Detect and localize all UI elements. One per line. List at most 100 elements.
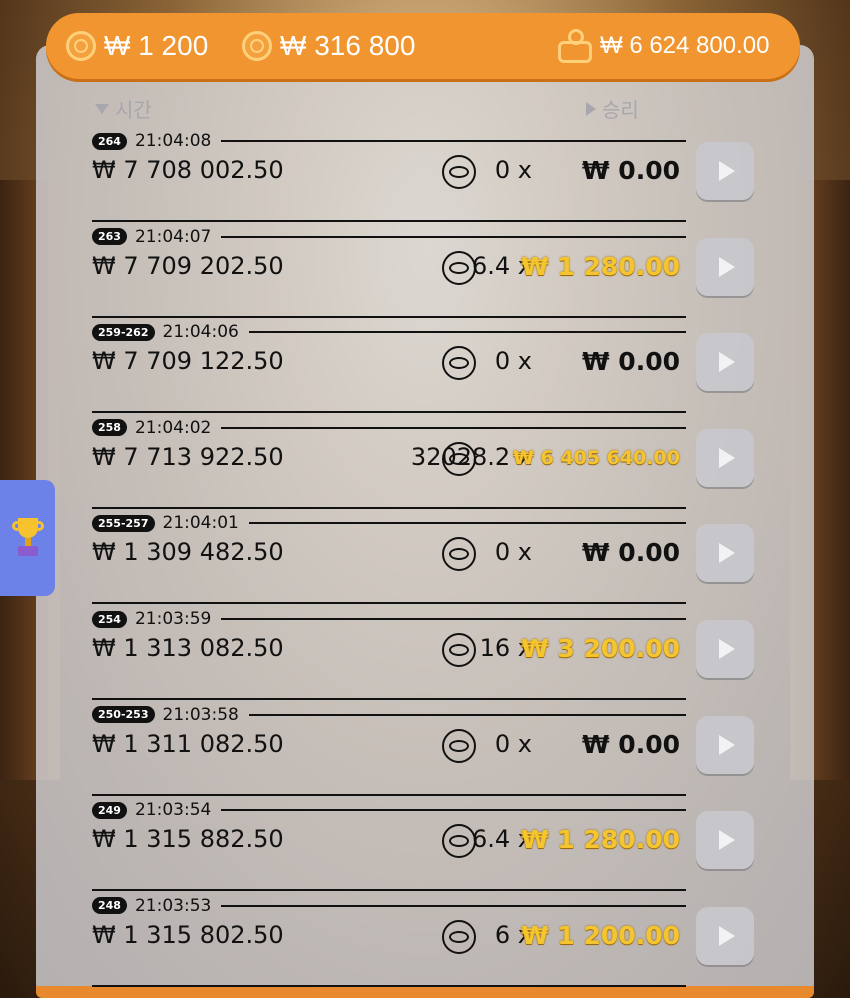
row-balance: ₩ 7 708 002.50 xyxy=(92,156,284,184)
round-time: 21:04:07 xyxy=(134,226,212,247)
balance-value: ₩ 6 624 800.00 xyxy=(600,32,770,59)
row-meta: 249 21:03:54 xyxy=(92,799,686,821)
round-time: 21:03:53 xyxy=(134,895,212,916)
wallet-icon xyxy=(558,29,592,63)
leaderboard-tab[interactable] xyxy=(0,480,55,596)
row-win: ₩ 1 200.00 xyxy=(521,920,680,950)
row-meta: 259-262 21:04:06 xyxy=(92,321,686,343)
sort-by-time-header[interactable]: 시간 xyxy=(95,94,152,123)
divider xyxy=(92,220,686,222)
sort-right-icon xyxy=(586,101,596,116)
round-badge: 264 xyxy=(92,132,127,150)
history-row: 263 21:04:07 ₩ 7 709 202.50 6.4 x ₩ 1 280.00 xyxy=(92,226,760,321)
round-time: 21:03:54 xyxy=(134,800,212,821)
coin-icon xyxy=(66,31,96,61)
coin-icon xyxy=(442,919,476,954)
replay-button[interactable] xyxy=(696,715,754,774)
row-meta: 264 21:04:08 xyxy=(92,130,686,152)
coin-icon xyxy=(442,155,476,189)
divider xyxy=(248,522,686,525)
round-badge: 255-257 xyxy=(92,514,155,532)
row-balance: ₩ 1 309 482.50 xyxy=(92,538,284,567)
round-badge: 250-253 xyxy=(92,706,155,724)
history-row: 254 21:03:59 ₩ 1 313 082.50 16 x ₩ 3 200.00 xyxy=(92,608,760,703)
divider xyxy=(221,904,686,907)
replay-button[interactable] xyxy=(696,811,754,870)
history-row: 259-262 21:04:06 ₩ 7 709 122.50 0 x ₩ 0.00 xyxy=(92,321,760,416)
header-bar: ₩ 1 200 ₩ 316 800 ₩ 6 624 800.00 xyxy=(46,13,800,79)
replay-button[interactable] xyxy=(696,333,754,392)
row-win: ₩ 0.00 xyxy=(582,156,680,185)
history-row: 264 21:04:08 ₩ 7 708 002.50 0 x ₩ 0.00 xyxy=(92,130,760,225)
sort-by-win-header[interactable]: 승리 xyxy=(586,94,639,123)
history-row: 255-257 21:04:01 ₩ 1 309 482.50 0 x ₩ 0.00 xyxy=(92,512,760,607)
row-multiplier: 0 x xyxy=(494,729,532,758)
row-win: ₩ 0.00 xyxy=(582,347,680,377)
row-balance: ₩ 1 311 082.50 xyxy=(92,729,284,758)
row-multiplier: 0 x xyxy=(494,538,532,567)
round-badge: 258 xyxy=(92,419,127,437)
total-win-display: ₩ 316 800 xyxy=(242,29,415,63)
round-time: 21:04:02 xyxy=(134,417,212,438)
coin-icon xyxy=(442,441,476,476)
win-column-label: 승리 xyxy=(602,98,639,122)
divider xyxy=(92,984,686,987)
row-meta: 258 21:04:02 xyxy=(92,417,686,439)
coin-icon xyxy=(442,346,476,381)
round-time: 21:04:01 xyxy=(162,513,239,534)
total-win-value: ₩ 316 800 xyxy=(280,30,416,61)
trophy-icon xyxy=(11,518,44,558)
row-multiplier: 0 x xyxy=(494,156,532,184)
coin-icon xyxy=(442,537,476,572)
row-meta: 254 21:03:59 xyxy=(92,608,686,630)
replay-button[interactable] xyxy=(696,620,754,678)
row-win: ₩ 1 280.00 xyxy=(521,825,680,855)
round-badge: 263 xyxy=(92,228,127,246)
coin-icon xyxy=(442,633,476,667)
history-row: 249 21:03:54 ₩ 1 315 882.50 6.4 x ₩ 1 280.00 xyxy=(92,799,760,894)
row-win: ₩ 0.00 xyxy=(582,538,680,568)
round-time: 21:03:58 xyxy=(162,704,239,725)
bet-amount-display: ₩ 1 200 xyxy=(66,29,208,63)
divider xyxy=(221,235,686,238)
row-win: ₩ 0.00 xyxy=(582,729,680,759)
row-balance: ₩ 1 313 082.50 xyxy=(92,634,284,662)
coin-icon xyxy=(242,31,272,61)
history-row: 258 21:04:02 ₩ 7 713 922.50 32028.2 x ₩ 6 40… xyxy=(92,417,760,512)
row-win: ₩ 1 280.00 xyxy=(521,251,680,281)
row-balance: ₩ 7 709 202.50 xyxy=(92,251,284,280)
history-row: 250-253 21:03:58 ₩ 1 311 082.50 0 x ₩ 0.00 xyxy=(92,704,760,799)
coin-icon xyxy=(442,250,476,285)
sort-down-icon xyxy=(95,103,109,114)
coin-icon xyxy=(442,728,476,763)
round-badge: 254 xyxy=(92,610,127,628)
divider xyxy=(92,602,686,605)
replay-button[interactable] xyxy=(696,237,754,296)
round-badge: 249 xyxy=(92,801,127,819)
divider xyxy=(92,315,686,318)
time-column-label: 시간 xyxy=(115,98,152,122)
divider xyxy=(92,793,686,796)
balance-display: ₩ 6 624 800.00 xyxy=(558,29,769,63)
divider xyxy=(92,698,686,700)
divider xyxy=(248,713,686,716)
replay-button[interactable] xyxy=(696,428,754,487)
bet-amount-value: ₩ 1 200 xyxy=(104,30,209,61)
replay-button[interactable] xyxy=(696,906,754,965)
row-meta: 255-257 21:04:01 xyxy=(92,512,686,534)
divider xyxy=(92,506,686,509)
divider xyxy=(92,411,686,414)
row-meta: 250-253 21:03:58 xyxy=(92,704,686,726)
row-balance: ₩ 7 709 122.50 xyxy=(92,347,284,376)
row-multiplier: 0 x xyxy=(494,347,532,376)
row-meta: 263 21:04:07 xyxy=(92,226,686,248)
replay-button[interactable] xyxy=(696,142,754,200)
row-win: ₩ 6 405 640.00 xyxy=(512,446,680,469)
round-badge: 248 xyxy=(92,897,127,915)
replay-button[interactable] xyxy=(696,524,754,583)
divider xyxy=(221,140,686,142)
divider xyxy=(92,889,686,892)
row-meta: 248 21:03:53 xyxy=(92,895,686,917)
coin-icon xyxy=(442,824,476,859)
history-row: 248 21:03:53 ₩ 1 315 802.50 6 x ₩ 1 200.00 xyxy=(92,895,760,990)
